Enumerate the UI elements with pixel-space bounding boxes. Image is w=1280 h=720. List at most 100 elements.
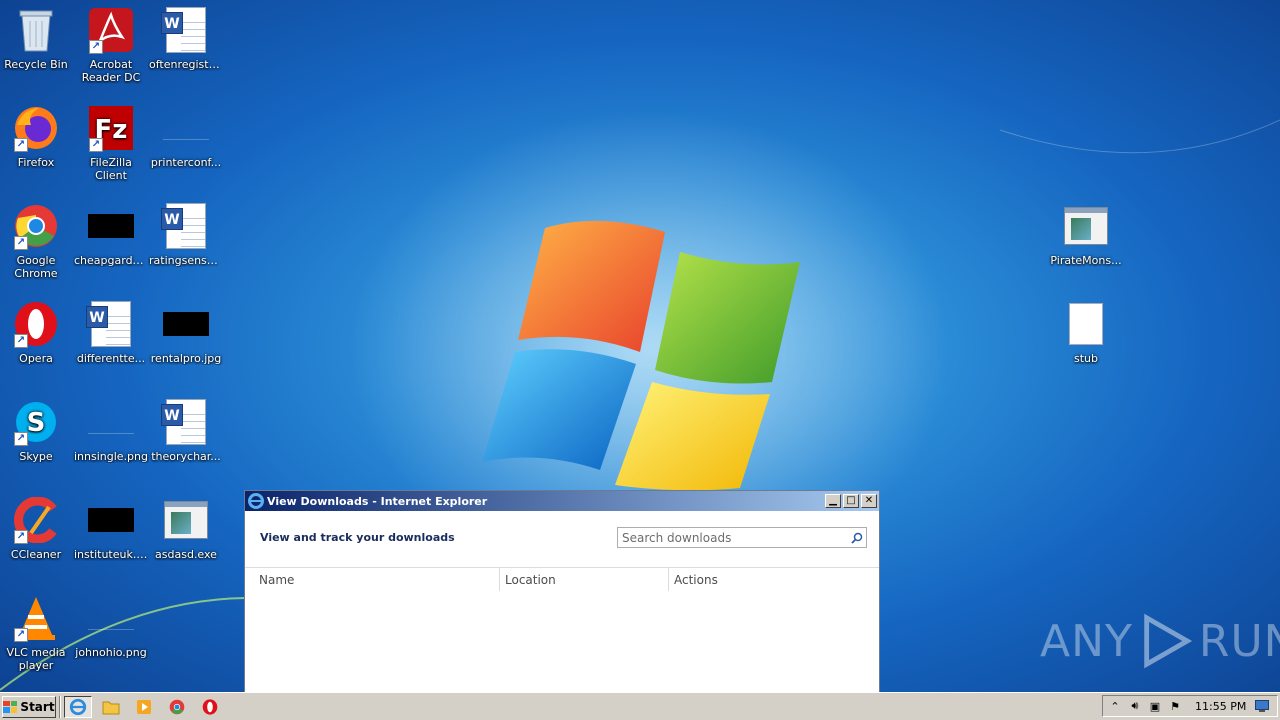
image-file-icon: [87, 594, 135, 642]
desktop-icon-label: theorychar...: [151, 450, 221, 463]
desktop-icon-label: differentte...: [76, 352, 146, 365]
show-desktop-icon[interactable]: [1254, 698, 1270, 714]
taskbar-clock[interactable]: 11:55 PM: [1195, 700, 1246, 713]
windows-logo-icon: [3, 700, 18, 713]
taskbar-separator: [59, 695, 61, 718]
exe-file-icon: [1062, 202, 1110, 250]
desktop-icon-johnohio[interactable]: johnohio.png: [73, 594, 149, 659]
desktop-icon-chrome[interactable]: ↗ Google Chrome: [0, 202, 74, 280]
show-hidden-icons-icon[interactable]: ⌃: [1107, 698, 1123, 714]
image-file-icon: [162, 104, 210, 152]
taskbar-chrome[interactable]: [163, 696, 191, 718]
desktop-icon-theorychar[interactable]: W theorychar...: [148, 398, 224, 463]
column-header-location[interactable]: Location: [499, 568, 668, 591]
word-document-icon: W: [161, 6, 210, 54]
desktop-icon-opera[interactable]: ↗ Opera: [0, 300, 74, 365]
desktop-icon-ratingsense[interactable]: W ratingsense...: [148, 202, 224, 267]
desktop-icon-label: Firefox: [17, 156, 55, 169]
desktop-icon-label: Skype: [19, 450, 53, 463]
play-logo-icon: [1144, 613, 1193, 669]
desktop-icon-firefox[interactable]: ↗ Firefox: [0, 104, 74, 169]
watermark-text-left: ANY: [1040, 615, 1133, 667]
image-file-icon: [87, 398, 135, 446]
exe-file-icon: [162, 496, 210, 544]
image-thumbnail: [88, 508, 134, 532]
search-downloads-box[interactable]: [617, 527, 867, 548]
desktop-icon-differentte[interactable]: W differentte...: [73, 300, 149, 365]
desktop-icon-filezilla[interactable]: Fz ↗ FileZilla Client: [73, 104, 149, 182]
desktop-icon-label: oftenregiste...: [149, 58, 224, 71]
image-thumbnail: [163, 312, 209, 336]
anyrun-watermark: ANY RUN: [1040, 612, 1280, 670]
desktop-icon-label: Acrobat Reader DC: [81, 58, 141, 84]
taskbar-media-player[interactable]: [130, 696, 158, 718]
taskbar-internet-explorer[interactable]: [64, 695, 92, 718]
desktop-icon-label: CCleaner: [10, 548, 62, 561]
downloads-heading: View and track your downloads: [260, 531, 455, 544]
maximize-button[interactable]: □: [843, 494, 859, 508]
desktop-icon-label: stub: [1074, 352, 1098, 365]
image-file-icon: [87, 496, 135, 544]
desktop-icon-label: rentalpro.jpg: [150, 352, 222, 365]
desktop-icon-printerconf[interactable]: printerconf...: [148, 104, 224, 169]
close-icon: ✕: [864, 495, 874, 506]
watermark-text-right: RUN: [1198, 615, 1280, 667]
search-downloads-input[interactable]: [622, 530, 848, 545]
window-titlebar[interactable]: View Downloads - Internet Explorer ▁ □ ✕: [245, 491, 879, 511]
image-thumbnail: [88, 214, 134, 238]
opera-icon: ↗: [12, 300, 60, 348]
internet-explorer-icon: [248, 493, 264, 509]
chrome-icon: ↗: [12, 202, 60, 250]
desktop-icon-stub[interactable]: stub: [1048, 300, 1124, 365]
firefox-icon: ↗: [12, 104, 60, 152]
column-header-actions[interactable]: Actions: [668, 568, 879, 591]
shortcut-arrow-icon: ↗: [14, 334, 28, 348]
image-file-icon: [162, 300, 210, 348]
desktop-icon-rentalpro[interactable]: rentalpro.jpg: [148, 300, 224, 365]
shortcut-arrow-icon: ↗: [14, 628, 28, 642]
column-header-name[interactable]: Name: [245, 568, 499, 591]
media-player-icon: [137, 699, 151, 714]
desktop-icon-instituteuk[interactable]: instituteuk.jpg: [73, 496, 149, 561]
desktop-icon-piratemons[interactable]: PirateMons...: [1048, 202, 1124, 267]
start-button[interactable]: Start: [2, 695, 56, 718]
acrobat-reader-icon: ↗: [87, 6, 135, 54]
image-thumbnail: [163, 116, 209, 140]
search-icon[interactable]: [848, 529, 866, 547]
desktop-icon-acrobat[interactable]: ↗ Acrobat Reader DC: [73, 6, 149, 84]
volume-icon[interactable]: 🔊︎: [1127, 698, 1143, 714]
internet-explorer-icon: [69, 698, 87, 715]
image-thumbnail: [88, 606, 134, 630]
close-button[interactable]: ✕: [861, 494, 877, 508]
taskbar-explorer[interactable]: [97, 696, 125, 718]
shortcut-arrow-icon: ↗: [14, 432, 28, 446]
desktop-icon-oftenregiste[interactable]: W oftenregiste...: [148, 6, 224, 71]
blank-file-icon: [1062, 300, 1110, 348]
desktop-icon-label: johnohio.png: [75, 646, 147, 659]
network-icon[interactable]: ▣: [1147, 698, 1163, 714]
desktop-icon-skype[interactable]: S ↗ Skype: [0, 398, 74, 463]
image-thumbnail: [88, 410, 134, 434]
desktop-icon-ccleaner[interactable]: ↗ CCleaner: [0, 496, 74, 561]
desktop-icon-label: FileZilla Client: [90, 156, 132, 182]
desktop-icon-label: innsingle.png: [74, 450, 148, 463]
shortcut-arrow-icon: ↗: [89, 138, 103, 152]
filezilla-icon: Fz ↗: [87, 104, 135, 152]
ccleaner-icon: ↗: [12, 496, 60, 544]
minimize-button[interactable]: ▁: [825, 494, 841, 508]
maximize-icon: □: [846, 495, 856, 506]
desktop-icon-asdasd[interactable]: asdasd.exe: [148, 496, 224, 561]
vlc-icon: ↗: [12, 594, 60, 642]
desktop-icon-vlc[interactable]: ↗ VLC media player: [0, 594, 74, 672]
desktop-icon-recycle-bin[interactable]: Recycle Bin: [0, 6, 74, 71]
system-tray: ⌃ 🔊︎ ▣ ⚑ 11:55 PM: [1102, 695, 1278, 717]
action-center-flag-icon[interactable]: ⚑: [1167, 698, 1183, 714]
shortcut-arrow-icon: ↗: [89, 40, 103, 54]
start-label: Start: [20, 699, 55, 714]
taskbar-opera[interactable]: [196, 696, 224, 718]
desktop-icon-cheapgarde[interactable]: cheapgarde...: [73, 202, 149, 267]
desktop-icon-label: printerconf...: [150, 156, 222, 169]
desktop-icon-innsingle[interactable]: innsingle.png: [73, 398, 149, 463]
word-document-icon: W: [161, 202, 210, 250]
desktop-icon-label: Recycle Bin: [4, 58, 68, 71]
